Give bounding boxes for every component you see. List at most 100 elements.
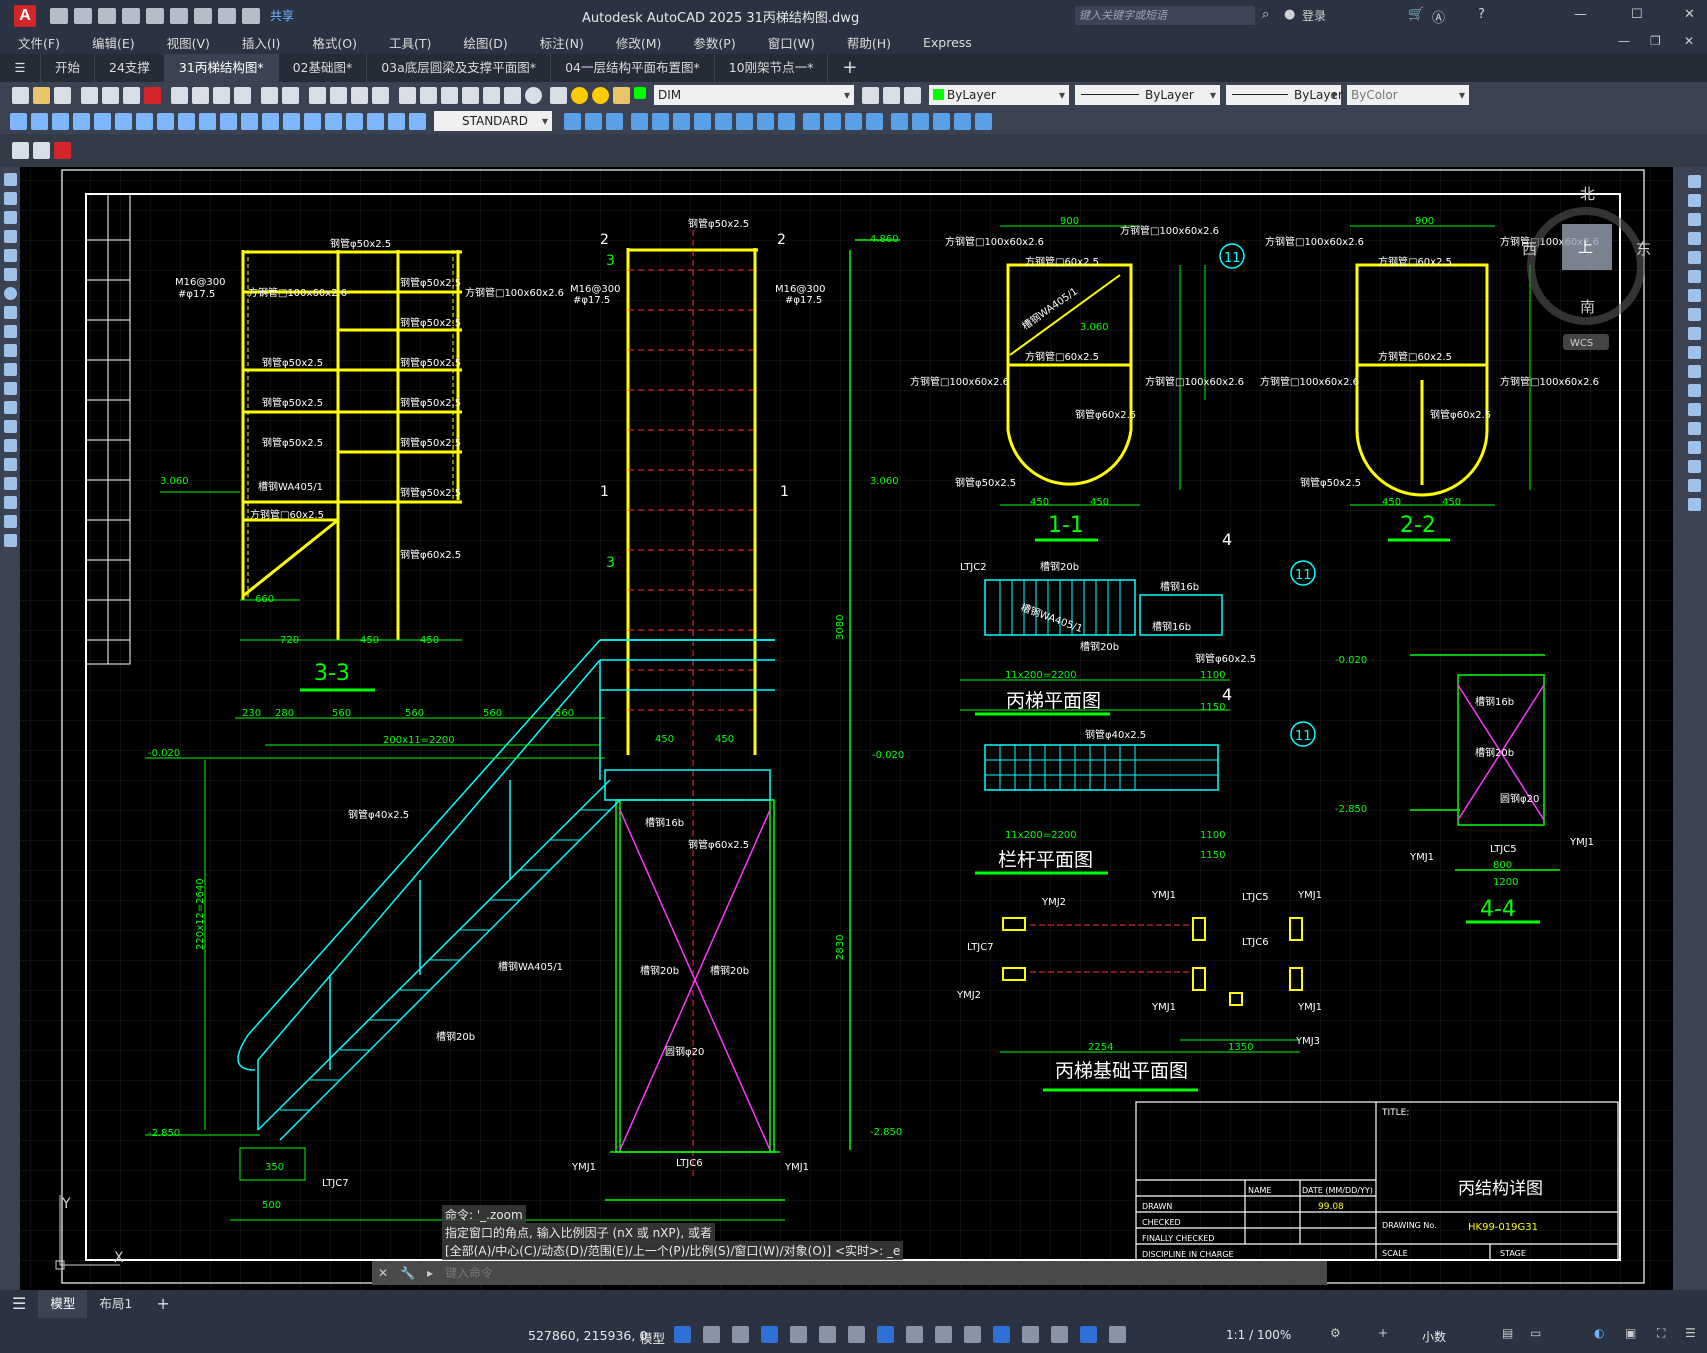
share-button[interactable]: 共享 <box>270 7 294 24</box>
polygon-icon[interactable] <box>3 230 17 243</box>
attribute-icon[interactable] <box>33 142 50 159</box>
blend-icon[interactable] <box>1688 479 1701 492</box>
command-customize-icon[interactable]: 🔧 <box>400 1266 415 1280</box>
viewcube-top[interactable]: 上 <box>1578 238 1593 256</box>
gradient-icon[interactable] <box>3 458 17 471</box>
ucs-icon[interactable] <box>891 112 908 130</box>
hatch-icon[interactable] <box>3 439 17 452</box>
viewcube-north[interactable]: 北 <box>1580 185 1595 203</box>
conceptual-icon[interactable] <box>866 112 883 130</box>
doc-close-button[interactable]: ✕ <box>1684 34 1694 48</box>
baseline-dim-icon[interactable] <box>199 112 216 130</box>
customization-icon[interactable]: ☰ <box>1685 1326 1696 1340</box>
view-front-icon[interactable] <box>652 112 669 130</box>
explode-icon[interactable] <box>1688 498 1701 511</box>
menu-parametric[interactable]: 参数(P) <box>693 33 735 52</box>
viewcube-south[interactable]: 南 <box>1580 298 1595 316</box>
otrack-icon[interactable] <box>848 1326 865 1343</box>
view-se-iso-icon[interactable] <box>715 112 732 130</box>
menu-edit[interactable]: 编辑(E) <box>92 33 135 52</box>
menu-help[interactable]: 帮助(H) <box>847 33 891 52</box>
radius-dim-icon[interactable] <box>94 112 111 130</box>
region-icon[interactable] <box>3 477 17 490</box>
command-close-icon[interactable]: ✕ <box>378 1266 388 1280</box>
open-file-icon[interactable] <box>33 86 50 104</box>
login-button[interactable]: 登录 <box>1302 7 1326 24</box>
dynamic-ucs-icon[interactable] <box>1022 1326 1039 1343</box>
tab-start[interactable]: 开始 <box>41 54 96 82</box>
mirror-icon[interactable] <box>1688 213 1701 226</box>
redo-tool-icon[interactable] <box>282 86 299 104</box>
polar-icon[interactable] <box>790 1326 807 1343</box>
array-icon[interactable] <box>1688 251 1701 264</box>
command-prompt-icon[interactable]: ▸ <box>427 1266 433 1280</box>
paste-icon[interactable] <box>213 86 230 104</box>
new-tab-button[interactable]: + <box>828 54 871 82</box>
pdf-icon[interactable] <box>144 86 161 104</box>
layout-menu-icon[interactable]: ☰ <box>0 1290 38 1318</box>
preview-icon[interactable] <box>102 86 119 104</box>
viewcube-wcs[interactable]: WCS <box>1570 338 1593 349</box>
view-right-icon[interactable] <box>631 112 648 130</box>
3d-osnap-icon[interactable] <box>993 1326 1010 1343</box>
erase-icon[interactable] <box>1688 175 1701 188</box>
extend-icon[interactable] <box>1688 365 1701 378</box>
menu-tools[interactable]: 工具(T) <box>389 33 431 52</box>
viewcube-east[interactable]: 东 <box>1636 240 1651 258</box>
lock-icon[interactable] <box>613 86 630 104</box>
save-icon[interactable] <box>98 7 116 24</box>
break-icon[interactable] <box>1688 403 1701 416</box>
aligned-dim-icon[interactable] <box>31 112 48 130</box>
rectangle-icon[interactable] <box>3 249 17 262</box>
ucs-world-icon[interactable] <box>912 112 929 130</box>
zoom-realtime-icon[interactable] <box>330 86 347 104</box>
close-button[interactable]: ✕ <box>1684 7 1695 22</box>
ucs-face-icon[interactable] <box>954 112 971 130</box>
layer-previous-icon[interactable] <box>883 86 900 104</box>
matchprop-icon[interactable] <box>234 86 251 104</box>
hamburger-menu-icon[interactable]: ☰ <box>0 54 41 82</box>
scale-icon[interactable] <box>1688 308 1701 321</box>
tab-model[interactable]: 模型 <box>38 1290 88 1318</box>
properties-icon[interactable] <box>399 86 416 104</box>
lock-ui-icon[interactable]: ▭ <box>1530 1326 1541 1340</box>
cart-icon[interactable]: 🛒 <box>1408 7 1424 22</box>
dim-update-icon[interactable] <box>409 112 426 130</box>
tab-04[interactable]: 04一层结构平面布置图* <box>551 54 715 82</box>
linear-dim-icon[interactable] <box>10 112 27 130</box>
maximize-button[interactable]: ☐ <box>1631 7 1643 22</box>
line-icon[interactable] <box>3 173 17 186</box>
save-web-icon[interactable] <box>170 7 188 24</box>
transparency-icon[interactable] <box>935 1326 952 1343</box>
continue-dim-icon[interactable] <box>220 112 237 130</box>
dimstyle-combo[interactable]: DIM <box>654 85 854 105</box>
ucs-object-icon[interactable] <box>975 112 992 130</box>
autocad-logo-icon[interactable]: A <box>14 4 36 27</box>
clean-screen-icon[interactable]: ⛶ <box>1657 1326 1665 1341</box>
jogged-linear-icon[interactable] <box>346 112 363 130</box>
lightbulb-icon[interactable] <box>571 86 588 104</box>
qnew-icon[interactable] <box>12 86 29 104</box>
block-editor-icon[interactable] <box>12 142 29 159</box>
zoom-window-icon[interactable] <box>351 86 368 104</box>
dim-style-combo[interactable]: STANDARD <box>434 111 552 131</box>
chamfer-icon[interactable] <box>1688 441 1701 454</box>
sheet-set-icon[interactable] <box>462 86 479 104</box>
isodraft-icon[interactable] <box>819 1326 836 1343</box>
open-web-icon[interactable] <box>146 7 164 24</box>
construction-line-icon[interactable] <box>3 192 17 205</box>
linetype-combo[interactable]: ByLayer <box>1075 85 1220 105</box>
doc-minimize-button[interactable]: — <box>1618 34 1630 48</box>
selection-filter-icon[interactable] <box>1051 1326 1068 1343</box>
save-as-icon[interactable] <box>122 7 140 24</box>
revcloud-icon[interactable] <box>3 306 17 319</box>
add-selected-icon[interactable] <box>3 534 17 547</box>
help-icon[interactable]: ? <box>1478 7 1485 22</box>
plotstyle-combo[interactable]: ByColor <box>1347 85 1469 105</box>
inspect-icon[interactable] <box>325 112 342 130</box>
copy-object-icon[interactable] <box>1688 194 1701 207</box>
menu-insert[interactable]: 插入(I) <box>242 33 280 52</box>
view-ne-iso-icon[interactable] <box>736 112 753 130</box>
cut-icon[interactable] <box>171 86 188 104</box>
search-input[interactable]: 键入关键字或短语 <box>1075 6 1255 25</box>
